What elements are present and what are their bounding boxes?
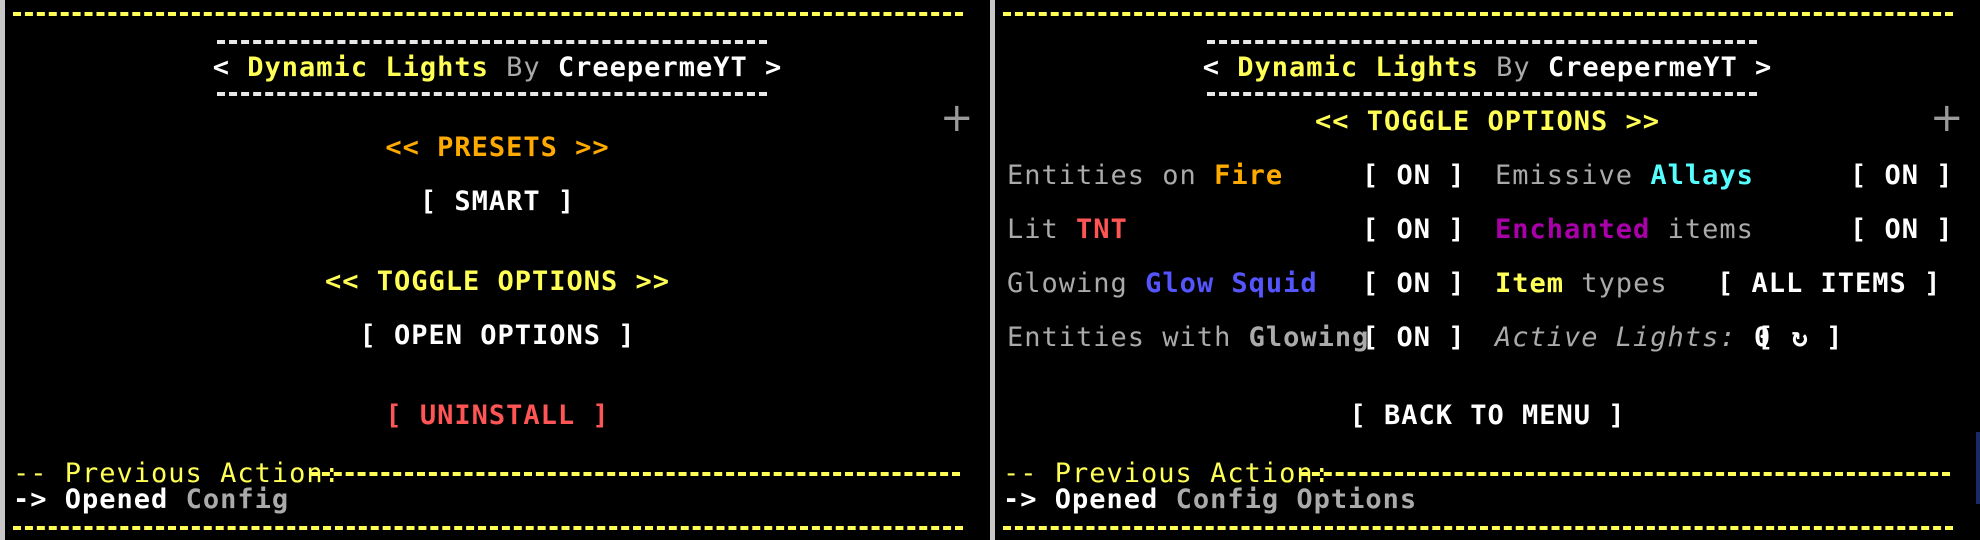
title-author: CreepermeYT bbox=[557, 52, 748, 83]
option-tnt-label: Lit TNT bbox=[1007, 214, 1128, 246]
bottom-divider bbox=[1003, 526, 1953, 530]
option-glow-squid-toggle[interactable]: [ ON ] bbox=[1362, 268, 1466, 300]
option-glowing-label: Entities with Glowing bbox=[1007, 322, 1369, 354]
option-fire-highlight: Fire bbox=[1214, 160, 1284, 191]
title-author: CreepermeYT bbox=[1547, 52, 1738, 83]
title-open-bracket: < bbox=[212, 52, 231, 83]
previous-action-arrow: -> bbox=[1003, 484, 1038, 515]
option-allays-toggle[interactable]: [ ON ] bbox=[1850, 160, 1954, 192]
title-close-bracket: > bbox=[764, 52, 783, 83]
refresh-icon: ↻ bbox=[1791, 322, 1809, 353]
active-lights-label: Active Lights: bbox=[1495, 322, 1737, 353]
option-glowing-highlight: Glowing bbox=[1248, 322, 1370, 353]
uninstall-button[interactable]: [ UNINSTALL ] bbox=[5, 400, 990, 432]
option-fire-toggle[interactable]: [ ON ] bbox=[1362, 160, 1466, 192]
previous-action-divider bbox=[1300, 472, 1950, 476]
option-allays-prefix: Emissive bbox=[1495, 160, 1634, 191]
option-enchanted-highlight: Enchanted bbox=[1495, 214, 1651, 245]
refresh-close-bracket: ] bbox=[1826, 322, 1844, 353]
option-tnt-prefix: Lit bbox=[1007, 214, 1059, 245]
option-allays-highlight: Allays bbox=[1650, 160, 1754, 191]
active-lights-row: Active Lights: 0 bbox=[1495, 322, 1771, 354]
previous-action-text: -> Opened Config Options bbox=[1003, 484, 1417, 516]
title-by: By bbox=[506, 52, 541, 83]
previous-action-object: Config bbox=[185, 484, 290, 515]
refresh-button[interactable]: [ ↻ ] bbox=[1757, 322, 1843, 354]
previous-action-verb: Opened bbox=[1054, 484, 1159, 515]
option-item-types-highlight: Item bbox=[1495, 268, 1565, 299]
top-divider bbox=[13, 12, 963, 16]
bottom-divider bbox=[13, 526, 963, 530]
option-fire-prefix: Entities on bbox=[1007, 160, 1197, 191]
menu-title: < Dynamic Lights By CreepermeYT > bbox=[5, 52, 990, 84]
title-mod-name: Dynamic Lights bbox=[1237, 52, 1479, 83]
option-enchanted-suffix: items bbox=[1667, 214, 1754, 245]
plus-icon[interactable]: + bbox=[1930, 98, 1964, 138]
chat-panel-main-menu: < Dynamic Lights By CreepermeYT > + << P… bbox=[5, 0, 990, 540]
title-close-bracket: > bbox=[1754, 52, 1773, 83]
option-glow-squid-prefix: Glowing bbox=[1007, 268, 1128, 299]
previous-action-object: Config Options bbox=[1175, 484, 1418, 515]
menu-title: < Dynamic Lights By CreepermeYT > bbox=[995, 52, 1980, 84]
option-tnt-toggle[interactable]: [ ON ] bbox=[1362, 214, 1466, 246]
toggle-options-heading: << TOGGLE OPTIONS >> bbox=[1314, 106, 1661, 137]
preset-smart-button[interactable]: [ SMART ] bbox=[5, 186, 990, 218]
toggle-options-heading: << TOGGLE OPTIONS >> bbox=[324, 266, 671, 297]
presets-heading: << PRESETS >> bbox=[385, 132, 610, 163]
chat-panel-toggle-options: < Dynamic Lights By CreepermeYT > << TOG… bbox=[995, 0, 1980, 540]
option-tnt-highlight: TNT bbox=[1076, 214, 1128, 245]
title-by: By bbox=[1496, 52, 1531, 83]
previous-action-text: -> Opened Config bbox=[13, 484, 289, 516]
chat-scrollbar[interactable] bbox=[1976, 432, 1980, 504]
option-enchanted-toggle[interactable]: [ ON ] bbox=[1850, 214, 1954, 246]
option-glow-squid-label: Glowing Glow Squid bbox=[1007, 268, 1318, 300]
option-glow-squid-highlight: Glow Squid bbox=[1145, 268, 1318, 299]
previous-action-divider bbox=[310, 472, 960, 476]
previous-action-verb: Opened bbox=[64, 484, 169, 515]
previous-action-arrow: -> bbox=[13, 484, 48, 515]
top-divider bbox=[1003, 12, 1953, 16]
title-divider-bottom bbox=[1207, 92, 1757, 96]
option-glowing-prefix: Entities with bbox=[1007, 322, 1232, 353]
title-open-bracket: < bbox=[1202, 52, 1221, 83]
back-to-menu-button[interactable]: [ BACK TO MENU ] bbox=[995, 400, 1980, 432]
title-divider-top bbox=[1207, 40, 1757, 44]
option-allays-label: Emissive Allays bbox=[1495, 160, 1754, 192]
refresh-open-bracket: [ bbox=[1757, 322, 1775, 353]
open-options-button[interactable]: [ OPEN OPTIONS ] bbox=[5, 320, 990, 352]
title-divider-bottom bbox=[217, 92, 767, 96]
option-glowing-toggle[interactable]: [ ON ] bbox=[1362, 322, 1466, 354]
title-divider-top bbox=[217, 40, 767, 44]
option-fire-label: Entities on Fire bbox=[1007, 160, 1283, 192]
option-item-types-toggle[interactable]: [ ALL ITEMS ] bbox=[1717, 268, 1941, 300]
option-item-types-suffix: types bbox=[1581, 268, 1668, 299]
title-mod-name: Dynamic Lights bbox=[247, 52, 489, 83]
option-enchanted-label: Enchanted items bbox=[1495, 214, 1754, 246]
option-item-types-label: Item types bbox=[1495, 268, 1668, 300]
